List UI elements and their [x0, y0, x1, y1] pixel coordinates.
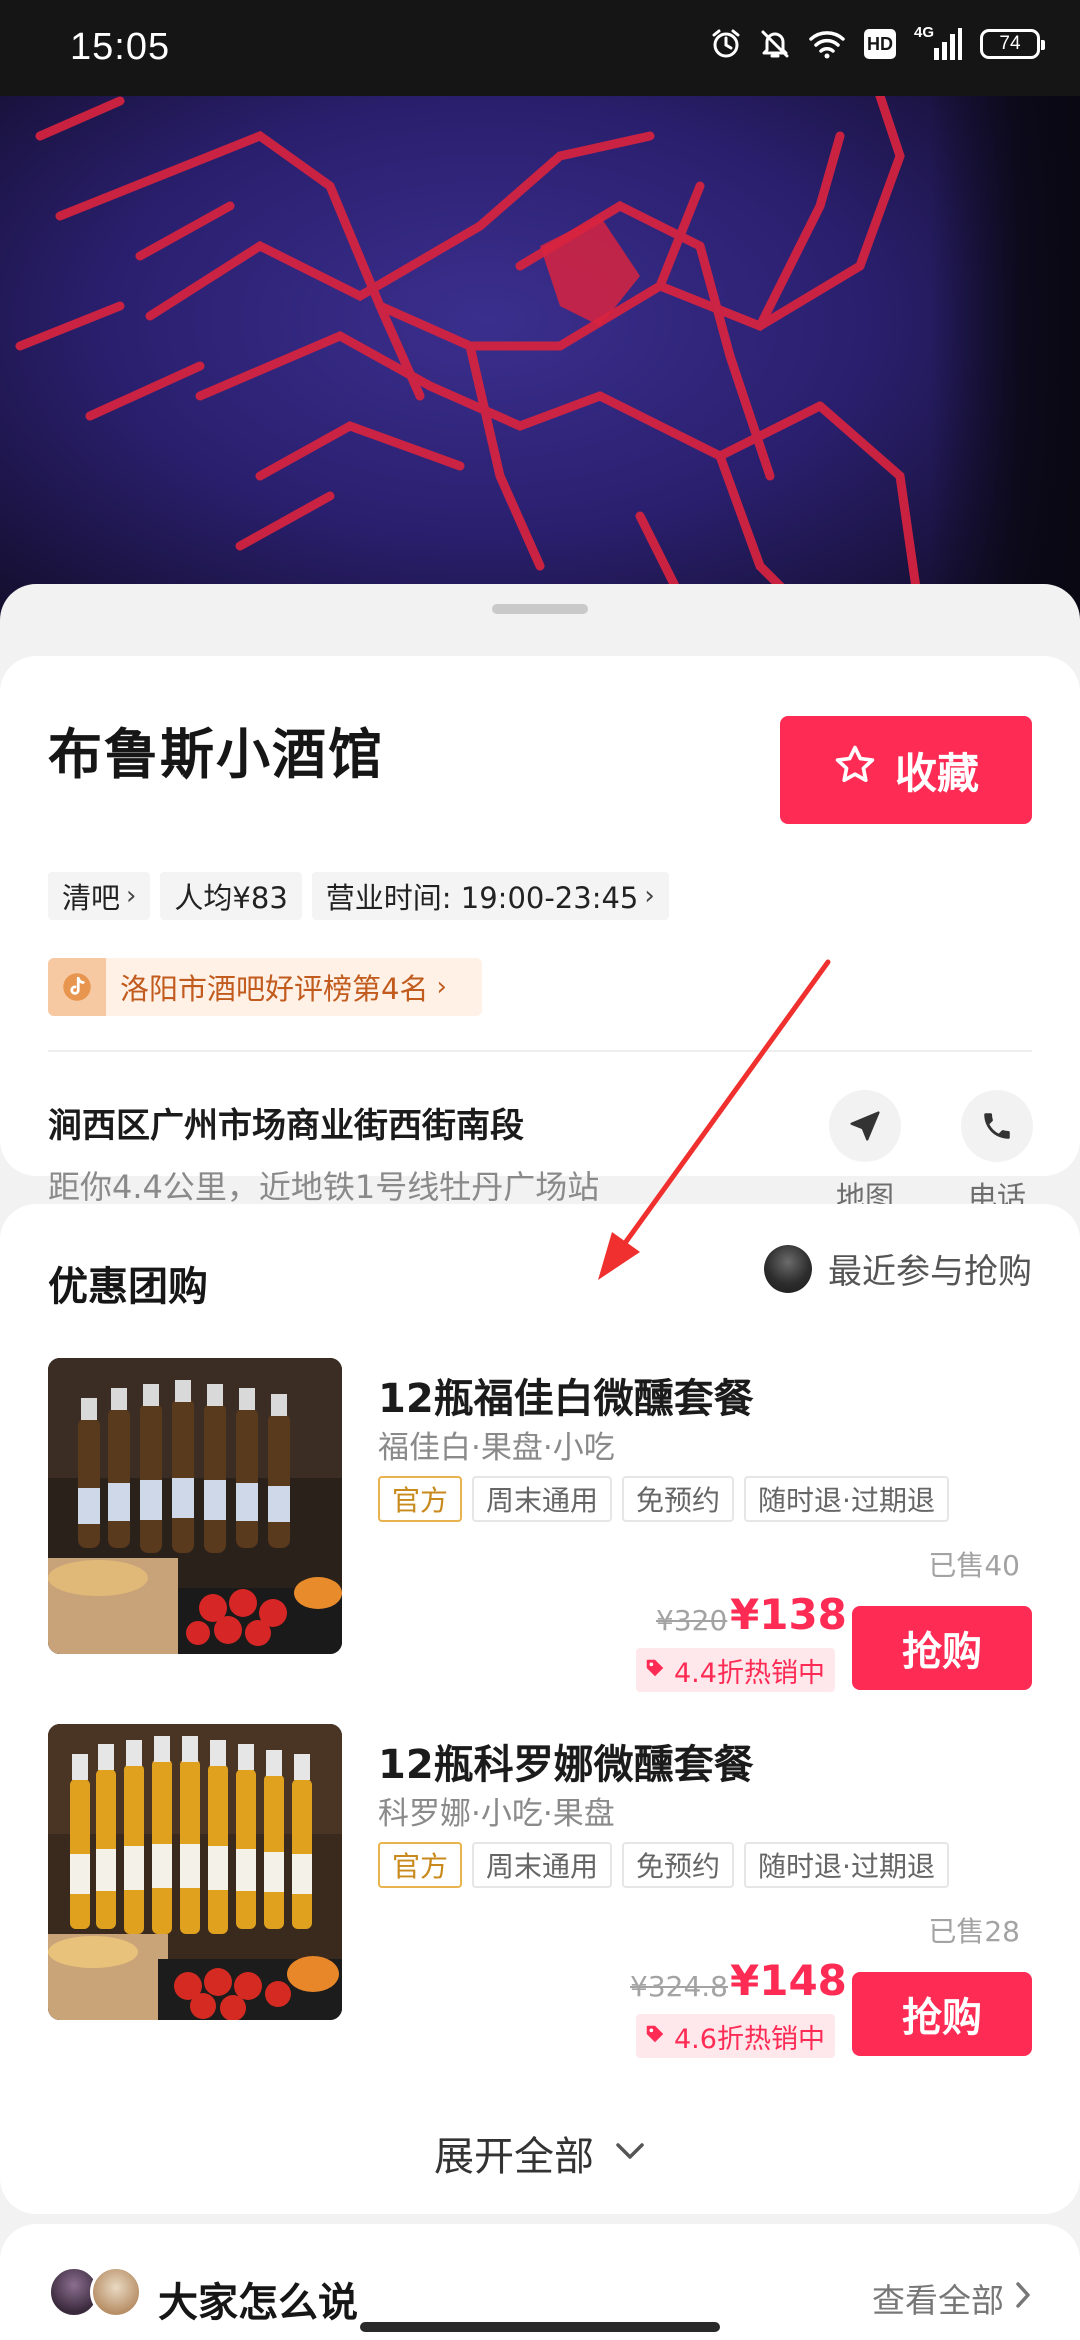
- store-info-card: 布鲁斯小酒馆 收藏 清吧 › 人均¥83 营业时间: 19:00-23:45 ›: [0, 656, 1080, 1214]
- sold-count: 已售40: [928, 1549, 1020, 1582]
- recent-buyers-label: 最近参与抢购: [828, 1252, 1032, 1292]
- deal-subtitle: 科罗娜·小吃·果盘: [378, 1796, 615, 1832]
- expand-all-button[interactable]: 展开全部: [0, 2124, 1080, 2182]
- status-icons: HD 4G 74: [710, 24, 1045, 62]
- chevron-right-icon: [1014, 2279, 1032, 2318]
- drag-handle[interactable]: [492, 604, 588, 614]
- original-price: ¥320: [656, 1604, 728, 1637]
- chevron-right-icon: ›: [644, 881, 655, 911]
- bottom-sheet: 布鲁斯小酒馆 收藏 清吧 › 人均¥83 营业时间: 19:00-23:45 ›: [0, 584, 1080, 2340]
- discount-label: 4.4折热销中: [674, 1657, 825, 1689]
- store-distance: 距你4.4公里，近地铁1号线牡丹广场站: [48, 1168, 600, 1206]
- navigation-icon: [829, 1090, 901, 1162]
- deal-tag: 周末通用: [472, 1842, 613, 1888]
- ranking-badge[interactable]: 洛阳市酒吧好评榜第4名 ›: [48, 958, 482, 1016]
- hd-badge: HD: [864, 29, 896, 59]
- favorite-label: 收藏: [894, 748, 979, 798]
- home-indicator[interactable]: [360, 2322, 720, 2332]
- hero-shadow: [930, 96, 1080, 656]
- phone-icon: [961, 1090, 1033, 1162]
- deal-item[interactable]: 12瓶福佳白微醺套餐 福佳白·果盘·小吃 官方 周末通用 免预约 随时退·过期退…: [0, 1358, 1080, 1692]
- buy-button[interactable]: 抢购: [852, 1972, 1032, 2056]
- store-name: 布鲁斯小酒馆: [48, 723, 384, 786]
- deal-tags: 官方 周末通用 免预约 随时退·过期退: [378, 1842, 949, 1888]
- douyin-icon: [48, 958, 106, 1016]
- ranking-text: 洛阳市酒吧好评榜第4名: [120, 972, 429, 1006]
- chevron-right-icon: ›: [436, 972, 447, 1002]
- category-tag[interactable]: 清吧 ›: [48, 872, 151, 920]
- discount-label: 4.6折热销中: [674, 2023, 825, 2055]
- wifi-icon: [808, 29, 846, 59]
- phone-button[interactable]: 电话: [952, 1090, 1042, 1216]
- deal-tag: 免预约: [622, 1842, 735, 1888]
- business-hours-tag[interactable]: 营业时间: 19:00-23:45 ›: [311, 872, 669, 920]
- deal-tag: 免预约: [622, 1476, 735, 1522]
- avg-price-tag: 人均¥83: [160, 872, 302, 920]
- official-tag: 官方: [378, 1476, 463, 1522]
- deal-title: 12瓶科罗娜微醺套餐: [378, 1742, 754, 1788]
- deal-image[interactable]: [48, 1358, 342, 1654]
- deal-title: 12瓶福佳白微醺套餐: [378, 1376, 754, 1422]
- discount-tag-icon: [644, 1655, 666, 1686]
- status-time: 15:05: [70, 26, 171, 68]
- mute-icon: [760, 28, 790, 60]
- neon-map-decoration: [0, 96, 925, 656]
- alarm-icon: [710, 28, 742, 60]
- avatar: [764, 1244, 812, 1293]
- deal-price: ¥148: [730, 1956, 847, 2005]
- deal-item[interactable]: 12瓶科罗娜微醺套餐 科罗娜·小吃·果盘 官方 周末通用 免预约 随时退·过期退…: [0, 1724, 1080, 2058]
- avatar: [90, 2266, 142, 2318]
- group-buy-card: 优惠团购 最近参与抢购 12瓶福佳白微醺套餐 福佳白·果盘·小吃 官方 周末通用…: [0, 1204, 1080, 2214]
- store-tags: 清吧 › 人均¥83 营业时间: 19:00-23:45 ›: [48, 872, 669, 920]
- chevron-down-icon: [614, 2141, 646, 2165]
- status-bar: 15:05 HD 4G 74: [0, 0, 1080, 96]
- star-icon: [833, 743, 877, 797]
- discount-badge: 4.4折热销中: [636, 1648, 835, 1692]
- deal-tags: 官方 周末通用 免预约 随时退·过期退: [378, 1476, 949, 1522]
- store-cover-image[interactable]: [0, 96, 1080, 656]
- group-buy-title: 优惠团购: [48, 1264, 208, 1310]
- chevron-right-icon: ›: [126, 881, 137, 911]
- store-address[interactable]: 涧西区广州市场商业街西街南段: [48, 1098, 524, 1147]
- discount-tag-icon: [644, 2021, 666, 2052]
- reviewer-avatars: [48, 2266, 142, 2318]
- deal-tag: 随时退·过期退: [744, 1476, 949, 1522]
- deal-price: ¥138: [730, 1590, 847, 1639]
- official-tag: 官方: [378, 1842, 463, 1888]
- deal-image[interactable]: [48, 1724, 342, 2020]
- expand-all-label: 展开全部: [434, 2134, 594, 2180]
- deal-subtitle: 福佳白·果盘·小吃: [378, 1430, 615, 1466]
- original-price: ¥324.8: [630, 1970, 728, 2003]
- discount-badge: 4.6折热销中: [636, 2014, 835, 2058]
- favorite-button[interactable]: 收藏: [780, 716, 1032, 824]
- category-tag-label: 清吧: [62, 881, 121, 915]
- business-hours-label: 营业时间: 19:00-23:45: [325, 881, 639, 915]
- map-button[interactable]: 地图: [820, 1090, 910, 1216]
- deal-tag: 周末通用: [472, 1476, 613, 1522]
- signal-icon: 4G: [914, 24, 962, 62]
- avg-price-label: 人均¥83: [174, 881, 288, 915]
- battery-icon: 74: [980, 29, 1045, 59]
- sold-count: 已售28: [928, 1915, 1020, 1948]
- deal-tag: 随时退·过期退: [744, 1842, 949, 1888]
- buy-button[interactable]: 抢购: [852, 1606, 1032, 1690]
- recent-buyers[interactable]: 最近参与抢购: [764, 1244, 1032, 1293]
- view-all-reviews-button[interactable]: 查看全部: [872, 2274, 1032, 2322]
- divider: [48, 1050, 1032, 1052]
- view-all-label: 查看全部: [872, 2281, 1004, 2320]
- reviews-title: 大家怎么说: [158, 2280, 358, 2326]
